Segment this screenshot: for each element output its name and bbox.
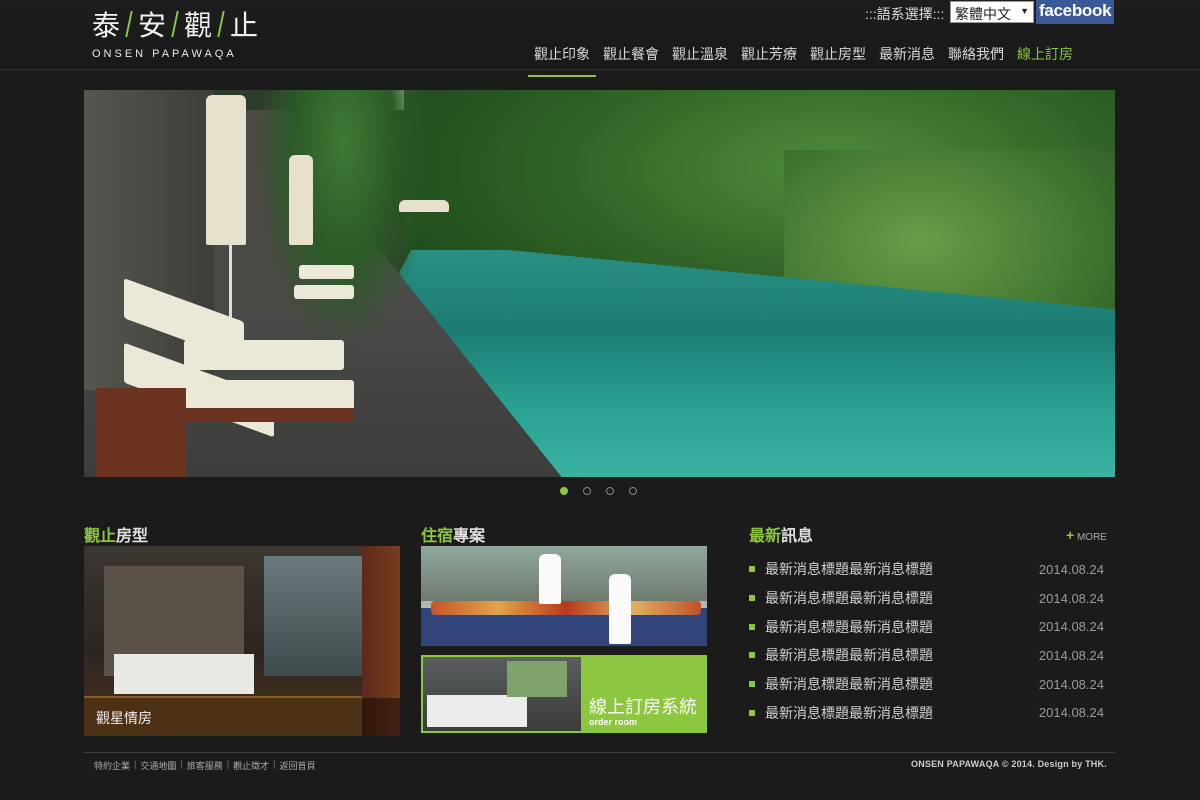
footer-link-careers[interactable]: 觀止徵才 — [233, 759, 269, 772]
plus-icon: + — [1066, 527, 1075, 543]
rooms-section-title: 觀止房型 — [84, 528, 149, 545]
slider-dot[interactable] — [629, 487, 637, 495]
news-date: 2014.08.24 — [1038, 619, 1104, 635]
nav-item-spa[interactable]: 觀止芳療 — [735, 40, 803, 77]
language-label: :::語系選擇::: — [865, 6, 945, 22]
buffet-project-image[interactable] — [421, 546, 707, 646]
footer-divider — [84, 752, 1115, 753]
logo-char: 安 — [138, 9, 167, 42]
bullet-icon — [749, 681, 755, 688]
news-item[interactable]: 最新消息標題最新消息標題 2014.08.24 — [749, 555, 1109, 584]
hero-slide-image[interactable] — [84, 90, 1115, 477]
footer-link-service[interactable]: 旅客服務 — [187, 759, 223, 772]
main-nav: 觀止印象 觀止餐會 觀止溫泉 觀止芳療 觀止房型 最新消息 聯絡我們 線上訂房 — [528, 40, 1080, 77]
logo-char: 泰 — [92, 9, 121, 42]
news-title: 最新消息標題最新消息標題 — [765, 676, 933, 693]
news-title: 最新消息標題最新消息標題 — [765, 561, 933, 578]
copyright: ONSEN PAPAWAQA © 2014. Design by THK. — [911, 759, 1107, 769]
logo-english: ONSEN PAPAWAQA — [92, 48, 237, 60]
bullet-icon — [749, 652, 755, 659]
footer-link-partners[interactable]: 特約企業 — [94, 759, 130, 772]
news-section-title: 最新訊息 — [749, 528, 814, 545]
logo[interactable]: 泰 安 觀 止 ONSEN PAPAWAQA — [92, 6, 272, 62]
slider-dot[interactable] — [583, 487, 591, 495]
news-list: 最新消息標題最新消息標題 2014.08.24 最新消息標題最新消息標題 2014.… — [749, 555, 1109, 727]
slider-dot[interactable] — [560, 487, 568, 495]
language-select[interactable]: 繁體中文 ▼ — [950, 1, 1034, 23]
logo-char: 觀 — [184, 9, 213, 42]
footer-link-map[interactable]: 交通地圖 — [140, 759, 176, 772]
bullet-icon — [749, 709, 755, 716]
facebook-button[interactable]: facebook — [1036, 0, 1114, 24]
news-date: 2014.08.24 — [1038, 676, 1104, 692]
bullet-icon — [749, 623, 755, 630]
news-date: 2014.08.24 — [1038, 647, 1104, 663]
logo-char: 止 — [230, 9, 259, 42]
slider-pagination — [560, 487, 637, 495]
nav-item-contact[interactable]: 聯絡我們 — [942, 40, 1010, 77]
news-title: 最新消息標題最新消息標題 — [765, 618, 933, 635]
news-title: 最新消息標題最新消息標題 — [765, 704, 933, 721]
logo-chinese: 泰 安 觀 止 — [92, 6, 272, 42]
room-caption: 觀星情房 — [96, 710, 152, 726]
dropdown-arrow-icon: ▼ — [1020, 6, 1029, 16]
more-label: MORE — [1076, 532, 1107, 543]
booking-label: 線上訂房系統 — [589, 697, 697, 717]
news-item[interactable]: 最新消息標題最新消息標題 2014.08.24 — [749, 641, 1109, 670]
footer-link-home[interactable]: 返回首頁 — [279, 759, 315, 772]
language-selected-value: 繁體中文 — [955, 6, 1011, 22]
site-header: 泰 安 觀 止 ONSEN PAPAWAQA :::語系選擇::: 繁體中文 ▼… — [0, 0, 1200, 77]
news-item[interactable]: 最新消息標題最新消息標題 2014.08.24 — [749, 670, 1109, 699]
nav-item-dining[interactable]: 觀止餐會 — [597, 40, 665, 77]
booking-sublabel: order room — [589, 717, 638, 727]
nav-item-hot-spring[interactable]: 觀止溫泉 — [666, 40, 734, 77]
room-feature-card[interactable]: 觀星情房 — [84, 546, 400, 736]
bullet-icon — [749, 595, 755, 602]
projects-section-title: 住宿專案 — [421, 528, 486, 545]
news-item[interactable]: 最新消息標題最新消息標題 2014.08.24 — [749, 584, 1109, 613]
nav-item-rooms[interactable]: 觀止房型 — [804, 40, 872, 77]
news-item[interactable]: 最新消息標題最新消息標題 2014.08.24 — [749, 612, 1109, 641]
footer-links: 特約企業 | 交通地圖 | 旅客服務 | 觀止徵才 | 返回首頁 — [94, 759, 316, 772]
bullet-icon — [749, 566, 755, 573]
nav-item-online-booking[interactable]: 線上訂房 — [1011, 40, 1079, 77]
news-title: 最新消息標題最新消息標題 — [765, 590, 933, 607]
news-date: 2014.08.24 — [1038, 590, 1104, 606]
nav-item-news[interactable]: 最新消息 — [873, 40, 941, 77]
news-date: 2014.08.24 — [1038, 705, 1104, 721]
more-link[interactable]: + MORE — [1066, 527, 1107, 543]
online-booking-banner[interactable]: 線上訂房系統 order room — [421, 655, 707, 733]
slider-dot[interactable] — [606, 487, 614, 495]
news-title: 最新消息標題最新消息標題 — [765, 647, 933, 664]
news-date: 2014.08.24 — [1038, 561, 1104, 577]
nav-item-impression[interactable]: 觀止印象 — [528, 40, 596, 77]
news-item[interactable]: 最新消息標題最新消息標題 2014.08.24 — [749, 698, 1109, 727]
